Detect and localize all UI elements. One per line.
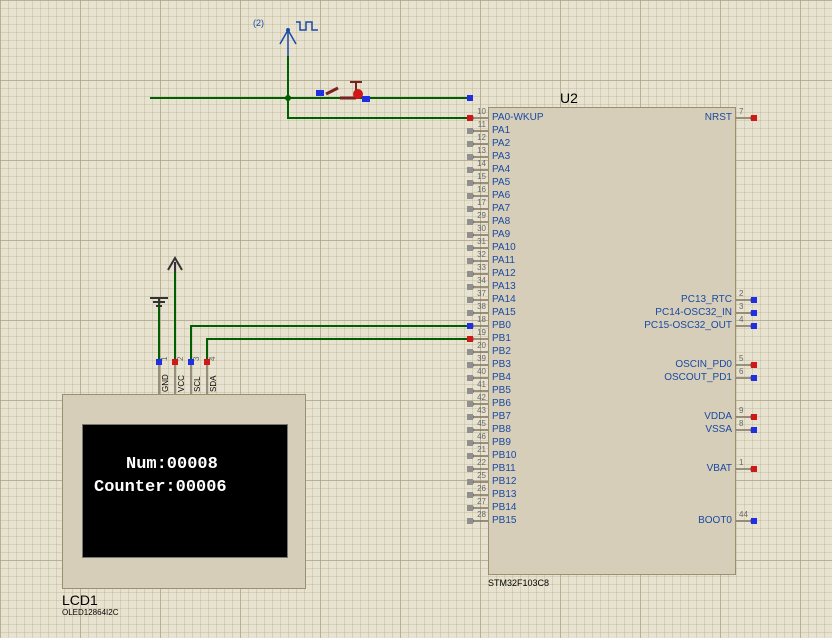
schematic-svg bbox=[0, 0, 832, 638]
